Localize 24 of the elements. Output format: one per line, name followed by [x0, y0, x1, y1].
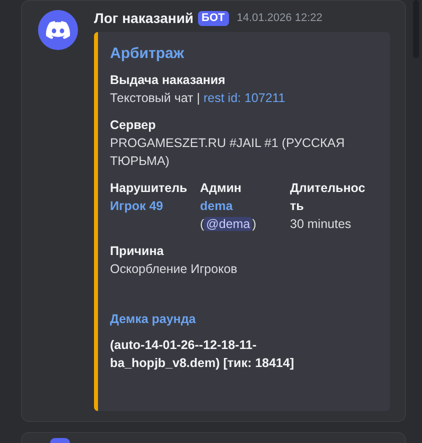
embed-title[interactable]: Арбитраж	[110, 45, 382, 63]
user-link[interactable]: Игрок 49	[110, 197, 200, 215]
field-name: Сервер	[110, 117, 157, 134]
user-link[interactable]: dema	[200, 197, 290, 215]
mention[interactable]: @dema	[204, 217, 252, 231]
field-value: (	[200, 217, 204, 231]
field-value: Оскорбление Игроков	[110, 261, 238, 278]
timestamp: 14.01.2026 12:22	[236, 10, 322, 26]
field-name: Нарушитель	[110, 180, 188, 197]
controller-icon	[46, 21, 70, 39]
field-name: Причина	[110, 243, 165, 260]
demo-link[interactable]: Демка раунда	[110, 310, 382, 328]
bot-tag: БОТ	[198, 10, 229, 26]
field-name: Длительность	[290, 180, 366, 215]
field-value: )	[252, 217, 256, 231]
field-value: Текстовый чат |	[110, 91, 201, 105]
field-name: Выдача наказания	[110, 72, 226, 89]
demo-file-text: (auto-14-01-26--12-18-11-ba_hopjb_v8.dem) [тик: 18414]	[110, 337, 296, 372]
field-value: PROGAMESZET.RU #JAIL #1 (РУССКАЯ ТЮРЬМА)	[110, 135, 346, 170]
field-value: 30 minutes	[290, 216, 352, 233]
field-name: Админ	[200, 180, 242, 197]
author-name[interactable]: Лог наказаний	[94, 8, 194, 28]
avatar	[50, 438, 70, 443]
link[interactable]: rest id: 107211	[203, 91, 286, 105]
